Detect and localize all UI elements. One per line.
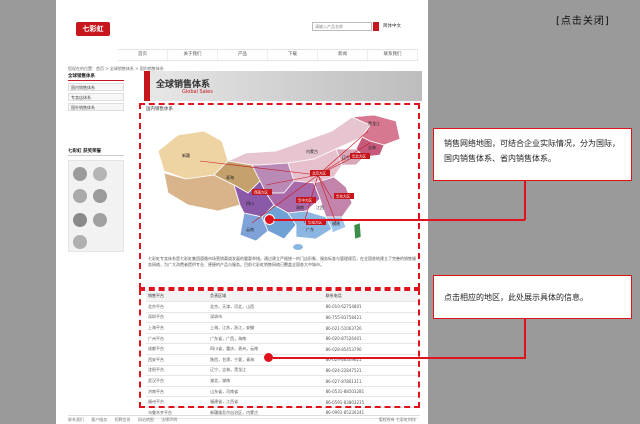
- close-button[interactable]: [点击关闭]: [556, 12, 610, 27]
- banner-accent: [144, 71, 150, 101]
- search-input[interactable]: 请输入产品名称: [312, 22, 372, 31]
- nav-item-products[interactable]: 产品: [218, 50, 268, 60]
- sidebar-item-stores[interactable]: 专卖店体系: [68, 93, 124, 101]
- nav-item-contact[interactable]: 联系我们: [368, 50, 418, 60]
- award-badge-icon: [93, 189, 107, 203]
- callout-connector: [274, 219, 525, 221]
- nav-item-home[interactable]: 首页: [118, 50, 168, 60]
- footer-link-sitemap[interactable]: 网站地图: [138, 417, 154, 422]
- callout-region-info: 点击相应的地区，此处展示具体的信息。: [433, 275, 632, 319]
- page-banner: 全球销售体系 Global Sales: [144, 71, 422, 101]
- awards-title: 七彩虹 获奖荣誉: [68, 147, 124, 156]
- search-button[interactable]: [373, 22, 379, 31]
- sidebar-item-international[interactable]: 国外销售体系: [68, 103, 124, 111]
- footer-link-jobs[interactable]: 招聘信息: [115, 417, 131, 422]
- main-nav: 首页 关于我们 产品 下载 新闻 联系我们: [118, 49, 418, 61]
- table-highlight-frame: [139, 289, 420, 408]
- nav-item-news[interactable]: 新闻: [318, 50, 368, 60]
- awards-panel: [68, 160, 124, 252]
- map-highlight-frame: [139, 103, 420, 289]
- page-footer: 联系我们 客户服务 招聘信息 网站地图 法律声明 版权所有 七彩虹科技: [68, 415, 420, 424]
- award-badge-icon: [73, 167, 87, 181]
- nav-item-download[interactable]: 下载: [268, 50, 318, 60]
- callout-connector: [273, 357, 525, 359]
- copyright-text: 版权所有 七彩虹科技: [378, 417, 416, 422]
- award-badge-icon: [93, 213, 107, 227]
- sidebar-title: 全球销售体系: [68, 72, 124, 81]
- award-badge-icon: [93, 167, 107, 181]
- language-selector[interactable]: 简体中文: [383, 22, 401, 31]
- award-badge-icon: [73, 189, 87, 203]
- footer-link-service[interactable]: 客户服务: [91, 417, 107, 422]
- brand-logo[interactable]: 七彩虹: [76, 22, 110, 36]
- footer-link-legal[interactable]: 法律声明: [161, 417, 177, 422]
- callout-connector: [524, 319, 526, 359]
- banner-subtitle: Global Sales: [182, 89, 213, 95]
- sidebar: 全球销售体系 国内销售体系 专卖店体系 国外销售体系 七彩虹 获奖荣誉: [68, 72, 124, 252]
- award-badge-icon: [73, 235, 87, 249]
- footer-link-contact[interactable]: 联系我们: [68, 417, 84, 422]
- callout-sales-network: 销售网络地图，可结合企业实际情况，分为国际，国内销售体系、省内销售体系。: [433, 128, 632, 181]
- award-badge-icon: [73, 213, 87, 227]
- nav-item-about[interactable]: 关于我们: [168, 50, 218, 60]
- sidebar-item-domestic[interactable]: 国内销售体系: [68, 83, 124, 91]
- callout-connector: [524, 181, 526, 220]
